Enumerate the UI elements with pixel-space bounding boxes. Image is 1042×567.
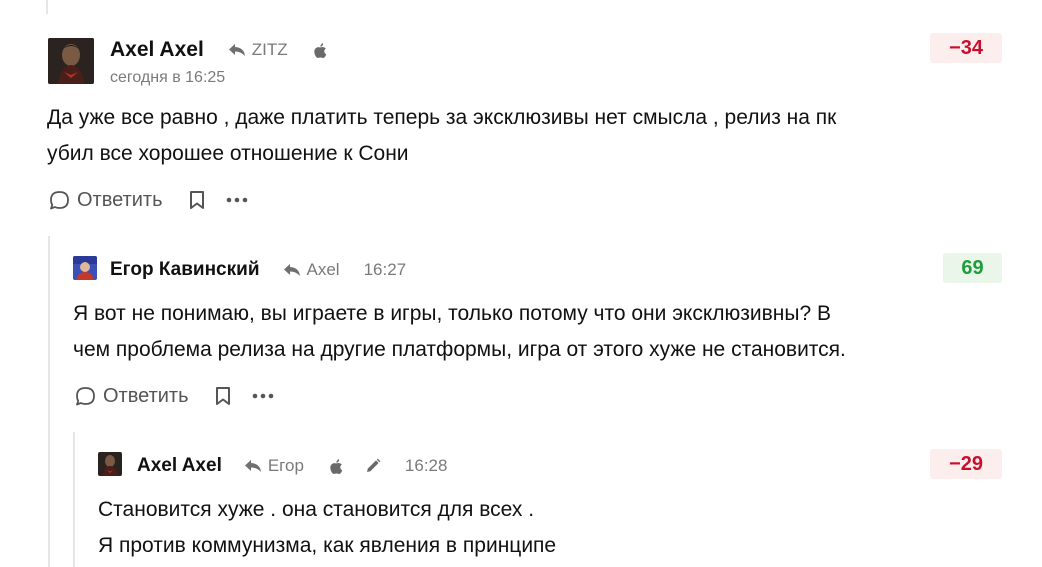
comment-time[interactable]: 16:28 <box>405 456 448 476</box>
comment-text-line: Я против коммунизма, как явления в принц… <box>98 534 557 557</box>
pencil-icon <box>365 458 381 474</box>
author-name[interactable]: Axel Axel <box>137 455 222 477</box>
apple-icon <box>330 458 343 474</box>
reply-to[interactable]: Егор <box>244 456 304 476</box>
comment-3: Axel Axel Егор 16:28 −29 Становится хуже… <box>0 0 1042 567</box>
avatar[interactable] <box>98 452 122 476</box>
reply-arrow-icon <box>244 459 262 473</box>
comment-text: Становится хуже . она становится для все… <box>98 492 958 564</box>
comment-text-line: Становится хуже . она становится для все… <box>98 498 535 521</box>
reply-to-name: Егор <box>267 456 304 475</box>
rating-badge[interactable]: −29 <box>930 449 1002 479</box>
